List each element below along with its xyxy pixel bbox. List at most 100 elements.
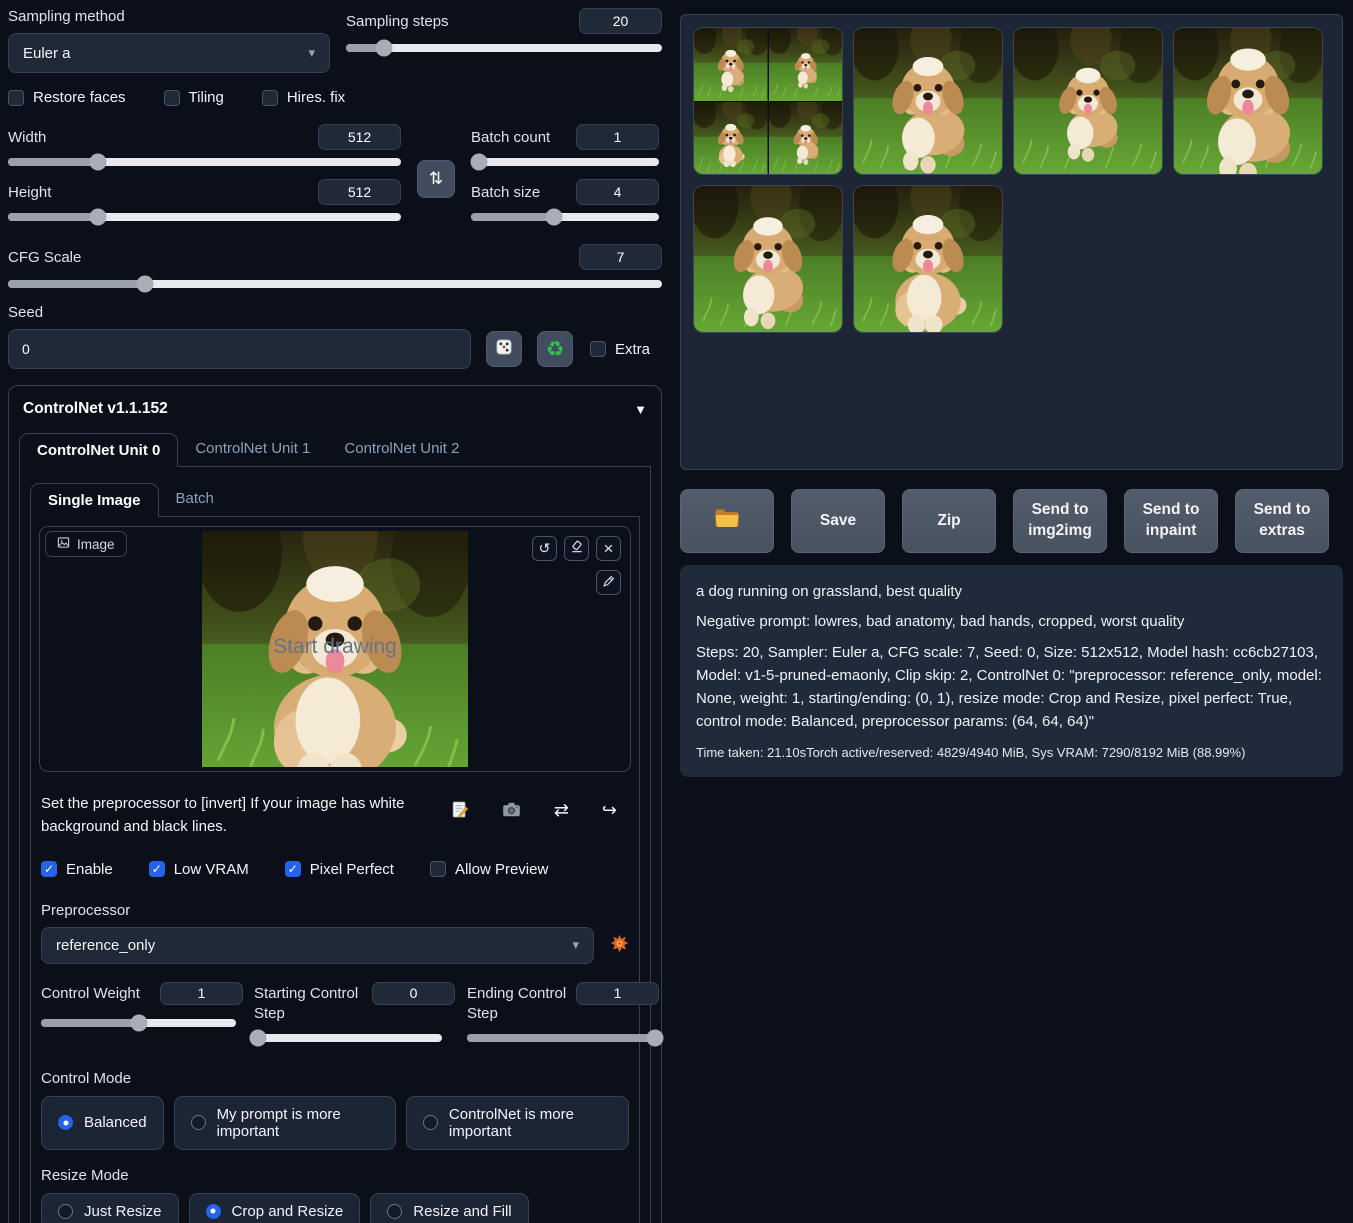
radio-crop-and-resize[interactable]: Crop and Resize [189,1193,361,1223]
batch-count-slider[interactable] [471,158,659,166]
send-dimensions-icon[interactable]: ↪ [602,801,617,819]
new-canvas-button memo-icon[interactable] [450,800,469,819]
height-input[interactable]: 512 [318,179,401,205]
checkbox-label: Enable [66,861,113,878]
swap-dimensions-button[interactable]: ⇅ [417,160,455,198]
checkbox-restore-faces[interactable]: ✓ Restore faces [8,89,126,106]
collapse-icon[interactable]: ▼ [634,402,647,417]
prompt-text: a dog running on grassland, best quality [696,580,1327,603]
starting-step-slider[interactable] [254,1034,442,1042]
send-to-extras-button[interactable]: Send to extras [1235,489,1329,553]
ending-step-slider[interactable] [467,1034,659,1042]
controlnet-image-droparea[interactable]: Image Start drawing [39,526,631,772]
width-slider[interactable] [8,158,401,166]
checkbox-label: Restore faces [33,89,126,106]
checkbox-tiling[interactable]: ✓Tiling [164,89,224,106]
sampling-method-dropdown[interactable]: Euler a ▾ [8,33,330,73]
gallery-thumbnail-2[interactable] [853,27,1003,175]
gallery-thumbnail-4[interactable] [1173,27,1323,175]
checkbox-pixel-perfect[interactable]: ✓Pixel Perfect [285,861,394,878]
open-folder-button[interactable] [680,489,774,553]
controlnet-unit-tab-controlnet-unit-0[interactable]: ControlNet Unit 0 [19,433,178,467]
cfg-scale-input[interactable]: 7 [579,244,662,270]
checkbox-box[interactable]: ✓ [8,90,24,106]
radio-balanced[interactable]: Balanced [41,1096,164,1150]
generated-image[interactable] [694,102,768,175]
checkbox-box[interactable]: ✓ [430,861,446,877]
radio-dot[interactable] [58,1115,73,1130]
checkbox-low-vram[interactable]: ✓Low VRAM [149,861,249,878]
height-slider[interactable] [8,213,401,221]
checkbox-box[interactable]: ✓ [590,341,606,357]
controlnet-unit-tab-controlnet-unit-1[interactable]: ControlNet Unit 1 [178,432,327,466]
mirror-webcam-icon[interactable]: ⇄ [554,801,569,819]
checkbox-box[interactable]: ✓ [149,861,165,877]
gallery-thumbnail-5[interactable] [693,185,843,333]
gallery-thumbnail-grid[interactable] [693,27,843,175]
random-seed-button[interactable] [486,331,522,367]
checkbox-label: Extra [615,341,650,358]
radio-just-resize[interactable]: Just Resize [41,1193,179,1223]
eraser-button[interactable] [564,536,589,561]
radio-resize-and-fill[interactable]: Resize and Fill [370,1193,528,1223]
batch-count-input[interactable]: 1 [576,124,659,150]
send-to-inpaint-button[interactable]: Send to inpaint [1124,489,1218,553]
clear-image-button[interactable]: × [596,536,621,561]
preprocessor-dropdown[interactable]: reference_only ▾ [41,927,594,964]
radio-dot[interactable] [206,1204,221,1219]
radio-dot[interactable] [58,1204,73,1219]
recycle-icon: ♻ [546,339,565,360]
sampling-steps-slider[interactable] [346,44,662,52]
zip-button[interactable]: Zip [902,489,996,553]
send-to-img2img-button[interactable]: Send to img2img [1013,489,1107,553]
checkbox-extra[interactable]: ✓ Extra [590,341,650,358]
radio-dot[interactable] [387,1204,402,1219]
negative-prompt-text: Negative prompt: lowres, bad anatomy, ba… [696,610,1327,633]
ending-step-input[interactable]: 1 [576,982,659,1005]
batch-size-input[interactable]: 4 [576,179,659,205]
gallery-thumbnail-6[interactable] [853,185,1003,333]
controlnet-title: ControlNet v1.1.152 [23,400,168,418]
control-mode-label: Control Mode [39,1070,631,1087]
starting-step-field: Starting Control Step 0 [254,982,456,1042]
radio-controlnet-is-more-important[interactable]: ControlNet is more important [406,1096,629,1150]
generated-image[interactable] [769,102,843,175]
controlnet-unit-tab-controlnet-unit-2[interactable]: ControlNet Unit 2 [327,432,476,466]
webcam-button camera-icon[interactable] [502,801,521,818]
radio-my-prompt-is-more-important[interactable]: My prompt is more important [174,1096,396,1150]
output-panel: Save Zip Send to img2img Send to inpaint Sen… [680,8,1343,1223]
width-input[interactable]: 512 [318,124,401,150]
explosion-icon run-preprocessor-button[interactable] [610,934,629,957]
checkbox-box[interactable]: ✓ [41,861,57,877]
checkbox-box[interactable]: ✓ [285,861,301,877]
starting-step-input[interactable]: 0 [372,982,455,1005]
cfg-scale-slider[interactable] [8,280,662,288]
sketch-button[interactable] [596,570,621,595]
generated-image[interactable] [769,28,843,101]
controlnet-unit-tabbar: ControlNet Unit 0ControlNet Unit 1Contro… [19,432,651,467]
checkbox-label: Hires. fix [287,89,345,106]
batch-count-label: Batch count [471,129,550,146]
radio-dot[interactable] [423,1115,438,1130]
control-weight-input[interactable]: 1 [160,982,243,1005]
sampling-steps-input[interactable]: 20 [579,8,662,34]
controlnet-input-tab-batch[interactable]: Batch [159,482,231,516]
reuse-seed-button[interactable]: ♻ [537,331,573,367]
undo-button[interactable]: ↺ [532,536,557,561]
save-button[interactable]: Save [791,489,885,553]
radio-dot[interactable] [191,1115,206,1130]
checkbox-box[interactable]: ✓ [164,90,180,106]
gallery-thumbnail-3[interactable] [1013,27,1163,175]
control-weight-field: Control Weight 1 [41,982,243,1042]
checkbox-enable[interactable]: ✓ Enable [41,861,113,878]
checkbox-allow-preview[interactable]: ✓Allow Preview [430,861,548,878]
generated-image[interactable] [694,28,768,101]
controlnet-input-tab-single-image[interactable]: Single Image [30,483,159,517]
checkbox-hires-fix[interactable]: ✓ Hires. fix [262,89,345,106]
radio-label: ControlNet is more important [449,1106,612,1140]
checkbox-box[interactable]: ✓ [262,90,278,106]
batch-size-slider[interactable] [471,213,659,221]
seed-input[interactable]: 0 [8,329,471,369]
swap-dimensions-icon: ⇅ [429,169,443,189]
control-weight-slider[interactable] [41,1019,236,1027]
